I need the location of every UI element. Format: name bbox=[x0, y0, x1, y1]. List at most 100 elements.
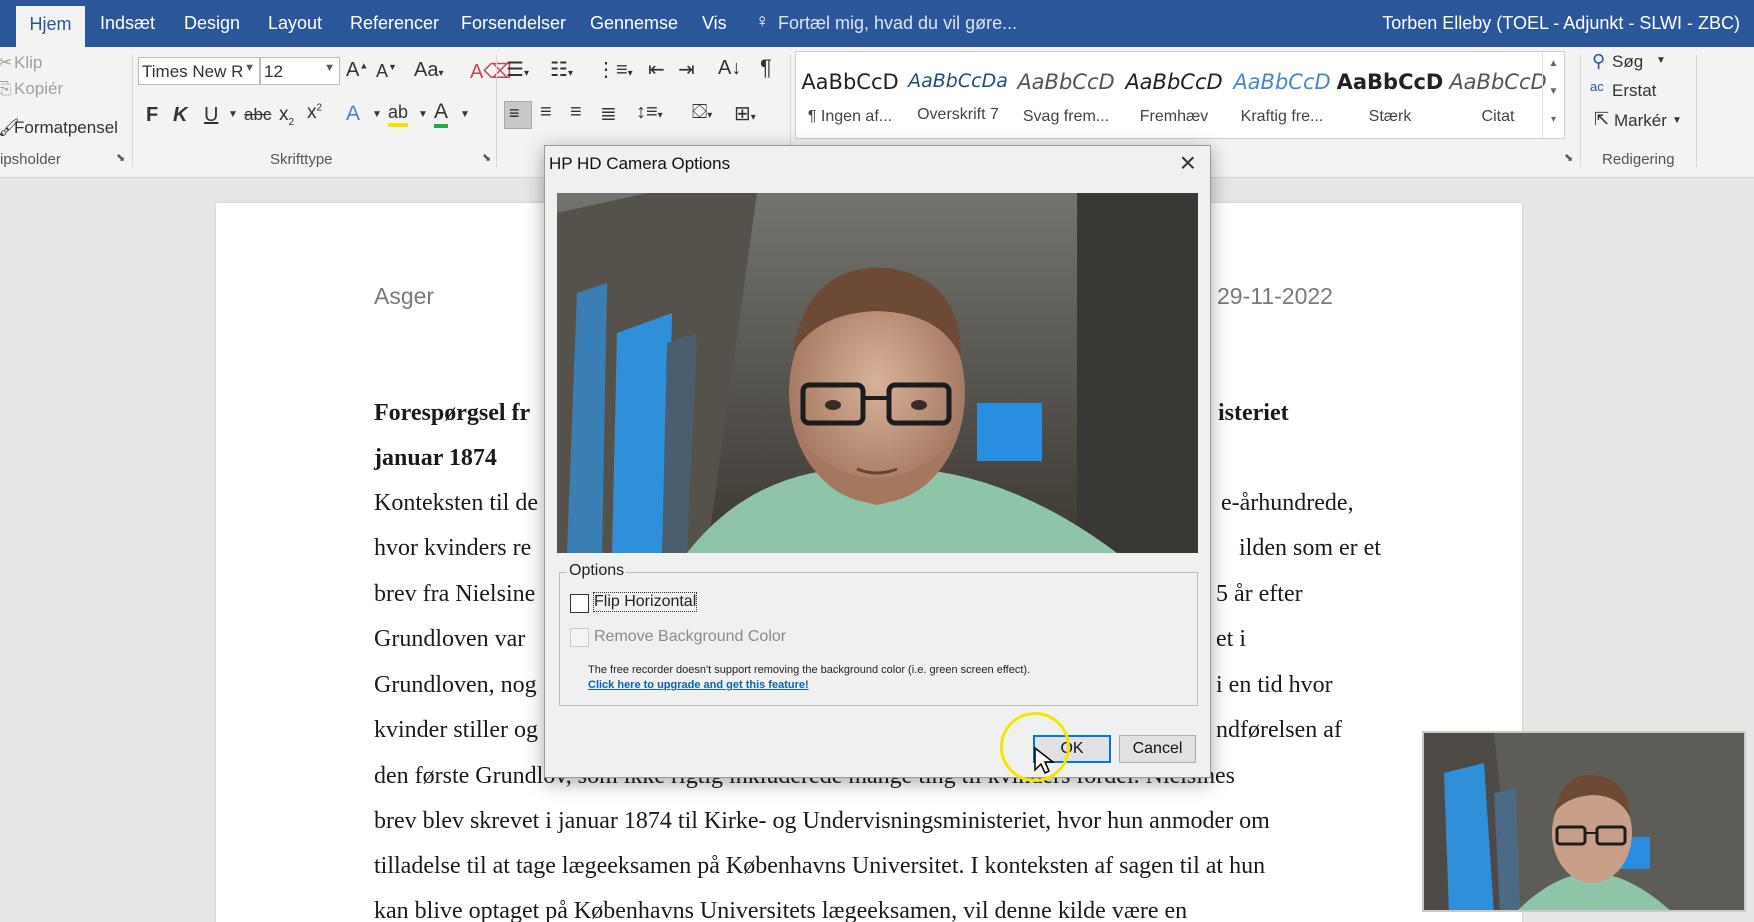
justify-icon[interactable]: ≣ bbox=[600, 101, 617, 126]
style-quote[interactable]: AaBbCcD Citat bbox=[1444, 52, 1552, 138]
more-styles-icon[interactable]: ▾ bbox=[1543, 114, 1564, 125]
line-spacing-icon[interactable]: ↕≡▾ bbox=[636, 101, 663, 124]
title-line: januar 1874 bbox=[374, 445, 497, 471]
title-line: isteriet bbox=[1218, 400, 1289, 426]
divider bbox=[1696, 55, 1697, 167]
show-formatting-icon[interactable]: ¶ bbox=[760, 55, 772, 81]
ribbon-tab-bar: Hjem Indsæt Design Layout Referencer For… bbox=[0, 0, 1754, 47]
title-line: Forespørgsel fr bbox=[374, 400, 531, 426]
font-color-icon[interactable]: A bbox=[434, 100, 449, 128]
style-preview: AaBbCcD bbox=[1336, 70, 1444, 94]
styles-gallery: AaBbCcD ¶ Ingen af... AaBbCcDa Overskrift … bbox=[795, 51, 1565, 139]
increase-indent-icon[interactable]: ⇥ bbox=[678, 57, 695, 82]
style-name: Fremhæv bbox=[1139, 108, 1209, 125]
remove-background-checkbox bbox=[570, 628, 589, 647]
chevron-down-icon[interactable]: ▼ bbox=[1672, 115, 1682, 126]
change-case-icon[interactable]: Aa▾ bbox=[414, 59, 444, 82]
highlight-icon[interactable]: ab bbox=[388, 102, 409, 127]
shading-icon[interactable]: ⛋▾ bbox=[692, 101, 712, 124]
numbering-icon[interactable]: ☷▾ bbox=[550, 57, 573, 82]
style-heading-7[interactable]: AaBbCcDa Overskrift 7 bbox=[904, 52, 1012, 138]
style-no-spacing[interactable]: AaBbCcD ¶ Ingen af... bbox=[796, 52, 904, 138]
user-account-name[interactable]: Torben Elleby (TOEL - Adjunkt - SLWI - Z… bbox=[1382, 13, 1740, 34]
clipboard-launcher-icon[interactable]: ⬊ bbox=[116, 151, 125, 164]
font-name-value: Times New R bbox=[142, 62, 244, 81]
cursor-select-icon: ⇱ bbox=[1594, 109, 1610, 129]
underline-button[interactable]: U bbox=[204, 104, 218, 127]
superscript-icon[interactable]: x2 bbox=[307, 102, 322, 124]
chevron-down-icon[interactable]: ▼ bbox=[372, 109, 382, 120]
replace-button[interactable]: Erstat bbox=[1612, 81, 1656, 101]
style-name: Overskrift 7 bbox=[917, 106, 999, 123]
font-launcher-icon[interactable]: ⬊ bbox=[482, 151, 491, 164]
tab-layout[interactable]: Layout bbox=[268, 13, 322, 34]
italic-button[interactable]: K bbox=[173, 104, 187, 127]
clipboard-group-label: ipsholder bbox=[0, 151, 61, 168]
tab-references[interactable]: Referencer bbox=[350, 13, 439, 34]
font-name-box[interactable]: Times New R ▼ bbox=[138, 57, 260, 85]
flip-horizontal-label[interactable]: Flip Horizontal bbox=[592, 592, 698, 612]
shrink-font-icon[interactable]: A▼ bbox=[376, 61, 397, 82]
select-button[interactable]: Markér bbox=[1614, 111, 1667, 131]
tab-insert[interactable]: Indsæt bbox=[100, 13, 155, 34]
close-icon[interactable]: × bbox=[1180, 148, 1196, 178]
tab-design[interactable]: Design bbox=[184, 13, 240, 34]
chevron-down-icon: ▼ bbox=[244, 62, 255, 74]
format-painter-button[interactable]: Formatpensel bbox=[14, 118, 118, 138]
strikethrough-icon[interactable]: abc bbox=[244, 105, 271, 125]
style-subtle-emphasis[interactable]: AaBbCcD Svag frem... bbox=[1012, 52, 1120, 138]
cancel-button[interactable]: Cancel bbox=[1119, 735, 1196, 763]
align-right-icon[interactable]: ≡ bbox=[570, 101, 582, 124]
dialog-title: HP HD Camera Options bbox=[549, 154, 731, 173]
divider bbox=[132, 55, 133, 167]
tab-home[interactable]: Hjem bbox=[16, 6, 85, 47]
font-size-box[interactable]: 12 ▼ bbox=[260, 57, 340, 85]
style-emphasis[interactable]: AaBbCcD Fremhæv bbox=[1120, 52, 1228, 138]
styles-scrollbar[interactable]: ▲ ▼ ▾ bbox=[1542, 52, 1564, 138]
chevron-down-icon[interactable]: ▼ bbox=[1543, 86, 1564, 97]
style-preview: AaBbCcD bbox=[1125, 70, 1223, 94]
camera-preview bbox=[557, 193, 1198, 553]
body-line: i en tid hvor bbox=[1216, 672, 1333, 698]
chevron-down-icon[interactable]: ▼ bbox=[1656, 55, 1666, 66]
chevron-down-icon[interactable]: ▼ bbox=[228, 109, 238, 120]
tab-view[interactable]: Vis bbox=[702, 13, 727, 34]
style-name: Stærk bbox=[1368, 108, 1412, 125]
cut-button[interactable]: Klip bbox=[14, 53, 42, 73]
style-strong[interactable]: AaBbCcD Stærk bbox=[1336, 52, 1444, 138]
body-line: kvinder stiller og bbox=[374, 717, 538, 743]
remove-background-label: Remove Background Color bbox=[594, 628, 787, 645]
multilevel-list-icon[interactable]: ⋮≡▾ bbox=[596, 57, 633, 82]
align-center-icon[interactable]: ≡ bbox=[540, 101, 552, 124]
style-preview: AaBbCcD bbox=[1233, 70, 1331, 94]
grow-font-icon[interactable]: A▲ bbox=[346, 59, 368, 82]
decrease-indent-icon[interactable]: ⇤ bbox=[648, 57, 665, 82]
align-left-button[interactable]: ≡ bbox=[504, 101, 532, 129]
bullets-icon[interactable]: ☰▾ bbox=[506, 57, 529, 82]
copy-button[interactable]: Kopiér bbox=[14, 79, 63, 99]
upgrade-link[interactable]: Click here to upgrade and get this featu… bbox=[588, 679, 809, 691]
chevron-down-icon[interactable]: ▼ bbox=[460, 109, 470, 120]
font-group-label: Skrifttype bbox=[270, 151, 333, 168]
chevron-up-icon[interactable]: ▲ bbox=[1543, 58, 1564, 69]
styles-launcher-icon[interactable]: ⬊ bbox=[1564, 151, 1573, 164]
flip-horizontal-checkbox[interactable] bbox=[570, 594, 589, 613]
subscript-icon[interactable]: x2 bbox=[279, 104, 294, 128]
style-name: Svag frem... bbox=[1022, 108, 1110, 125]
text-effects-icon[interactable]: A bbox=[346, 102, 360, 126]
tab-mailings[interactable]: Forsendelser bbox=[461, 13, 566, 34]
bold-button[interactable]: F bbox=[146, 104, 158, 127]
find-button[interactable]: Søg bbox=[1612, 52, 1643, 72]
style-intense-emphasis[interactable]: AaBbCcD Kraftig fre... bbox=[1228, 52, 1336, 138]
document-date: 29-11-2022 bbox=[1217, 283, 1333, 309]
upgrade-note: The free recorder doesn't support removi… bbox=[588, 664, 1031, 676]
align-left-icon: ≡ bbox=[509, 103, 520, 123]
borders-icon[interactable]: ⊞▾ bbox=[734, 101, 756, 126]
editing-group-label: Redigering bbox=[1602, 151, 1675, 168]
tell-me-search[interactable]: Fortæl mig, hvad du vil gøre... bbox=[778, 13, 1017, 34]
sort-icon[interactable]: A↓ bbox=[718, 57, 741, 80]
tab-review[interactable]: Gennemse bbox=[590, 13, 678, 34]
search-icon: ⚲ bbox=[1592, 51, 1606, 71]
body-line: et i bbox=[1216, 626, 1246, 652]
chevron-down-icon[interactable]: ▼ bbox=[418, 109, 428, 120]
